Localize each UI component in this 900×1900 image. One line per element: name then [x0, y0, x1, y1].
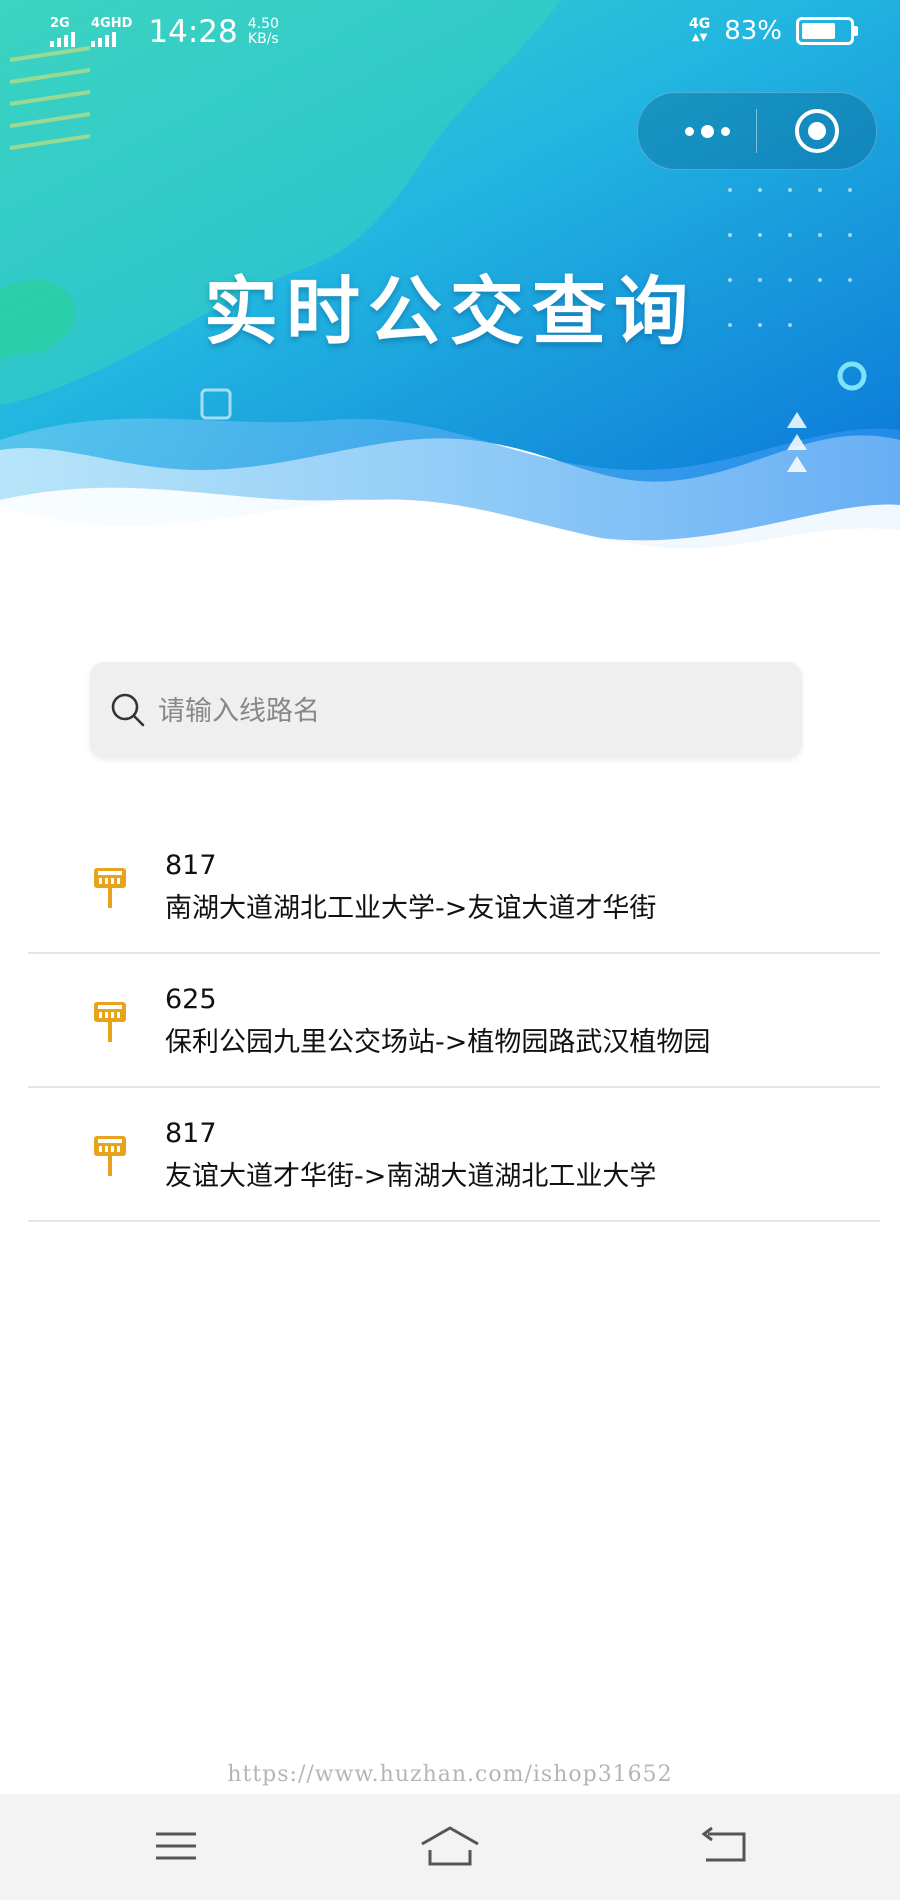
route-number: 817 — [165, 850, 217, 881]
route-path: 保利公园九里公交场站->植物园路武汉植物园 — [165, 1027, 711, 1058]
network-type: 4G ▲▼ — [689, 17, 710, 45]
signal-1: 2G — [50, 17, 75, 47]
signal-bars-icon — [50, 31, 75, 47]
signal-2: 4GHD — [91, 17, 132, 47]
battery-fill — [802, 23, 835, 39]
system-nav-bar — [0, 1794, 900, 1900]
speed-unit: KB/s — [247, 31, 279, 47]
list-item[interactable]: 625 保利公园九里公交场站->植物园路武汉植物园 — [28, 954, 880, 1088]
battery-icon — [796, 17, 858, 45]
target-close-icon[interactable] — [795, 109, 839, 153]
search-icon — [111, 693, 145, 727]
list-item[interactable]: 817 友谊大道才华街->南湖大道湖北工业大学 — [28, 1088, 880, 1222]
route-path: 南湖大道湖北工业大学->友谊大道才华街 — [165, 893, 657, 924]
bus-stop-sign-icon — [94, 1136, 126, 1176]
network-speed: 4.50 KB/s — [248, 17, 279, 47]
network-type-label: 4G — [688, 16, 711, 32]
watermark: https://www.huzhan.com/ishop31652 — [227, 1762, 673, 1787]
page-title: 实时公交查询 — [204, 269, 696, 355]
search-input[interactable] — [156, 680, 780, 742]
miniprogram-capsule — [637, 92, 877, 170]
route-path: 友谊大道才华街->南湖大道湖北工业大学 — [165, 1161, 657, 1192]
route-list: 817 南湖大道湖北工业大学->友谊大道才华街 625 保利公园九里公交场站->… — [28, 820, 880, 1222]
bus-stop-sign-icon — [94, 868, 126, 908]
more-dots-icon[interactable] — [672, 117, 742, 145]
signal-2-label: 4GHD — [91, 16, 133, 31]
route-number: 817 — [165, 1118, 217, 1149]
data-arrows-icon: ▲▼ — [691, 32, 708, 43]
home-icon[interactable] — [420, 1820, 480, 1872]
search-bar[interactable] — [90, 662, 802, 758]
status-bar: 2G 4GHD 14:28 4.50 KB/s 4G ▲▼ 83% — [0, 0, 900, 70]
back-icon[interactable] — [694, 1820, 754, 1872]
status-right: 4G ▲▼ 83% — [689, 16, 858, 46]
clock: 14:28 — [148, 14, 238, 50]
signal-bars-icon — [91, 31, 116, 47]
battery-percent: 83% — [724, 16, 782, 46]
signal-1-label: 2G — [50, 16, 70, 31]
route-number: 625 — [165, 984, 217, 1015]
capsule-divider — [756, 109, 757, 153]
menu-icon[interactable] — [146, 1820, 206, 1872]
bus-stop-sign-icon — [94, 1002, 126, 1042]
list-item[interactable]: 817 南湖大道湖北工业大学->友谊大道才华街 — [28, 820, 880, 954]
status-left: 2G 4GHD 14:28 4.50 KB/s — [50, 14, 279, 50]
speed-value: 4.50 — [247, 16, 279, 32]
